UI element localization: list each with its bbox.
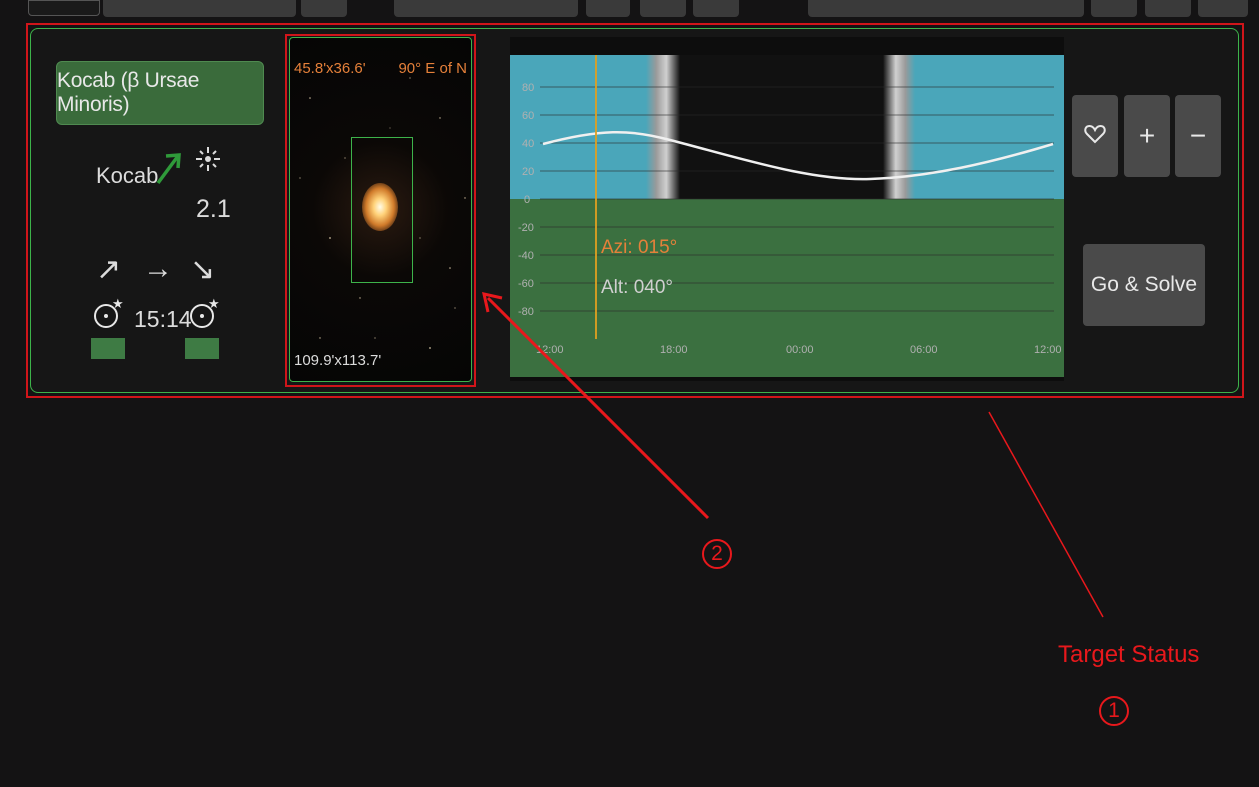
y-tick-label: -60 — [518, 278, 534, 290]
twilight-region — [646, 55, 680, 199]
altitude-chart[interactable]: 80 60 40 20 0 -20 -40 -60 -80 12:00 18:0… — [510, 37, 1064, 381]
y-tick-label: 60 — [522, 110, 534, 122]
toolbar-item[interactable] — [1145, 0, 1191, 17]
toolbar-item[interactable] — [693, 0, 739, 17]
heart-icon — [1084, 124, 1106, 149]
annotation-marker-1: 1 — [1099, 696, 1129, 726]
y-tick-label: -20 — [518, 222, 534, 234]
sensor-fov-box — [351, 137, 413, 283]
toolbar-item[interactable] — [301, 0, 347, 17]
image-fov-label: 109.9'x113.7' — [294, 352, 382, 369]
camera-fov-label: 45.8'x36.6' — [294, 60, 366, 77]
transit-direction-arrow: → — [143, 252, 173, 285]
rise-status-bar — [91, 338, 125, 359]
zoom-in-button[interactable]: + — [1124, 95, 1170, 177]
transit-time: 15:14 — [134, 306, 192, 332]
x-tick-label: 12:00 — [1034, 344, 1062, 356]
target-name-button[interactable]: Kocab (β Ursae Minoris) — [56, 61, 264, 125]
set-time-icon: ★ — [188, 297, 222, 336]
set-status-bar — [185, 338, 219, 359]
altitude-chart-svg: 80 60 40 20 0 -20 -40 -60 -80 12:00 18:0… — [510, 55, 1064, 377]
y-tick-label: 0 — [524, 194, 530, 206]
svg-text:★: ★ — [208, 297, 220, 312]
daylight-region — [915, 55, 1064, 199]
toolbar-item[interactable] — [28, 0, 100, 16]
annotation-marker-2: 2 — [702, 539, 732, 569]
toolbar-item[interactable] — [808, 0, 1084, 17]
rise-direction-arrow: ↗ — [96, 253, 122, 286]
y-tick-label: 80 — [522, 82, 534, 94]
zoom-out-button[interactable]: − — [1175, 95, 1221, 177]
trend-up-arrow-icon — [154, 150, 184, 191]
y-tick-label: -40 — [518, 250, 534, 262]
toolbar-item[interactable] — [1091, 0, 1137, 17]
x-tick-label: 06:00 — [910, 344, 938, 356]
toolbar-item[interactable] — [640, 0, 686, 17]
brightness-icon — [196, 146, 220, 179]
y-tick-label: 40 — [522, 138, 534, 150]
y-tick-label: 20 — [522, 166, 534, 178]
target-thumbnail-image[interactable]: 45.8'x36.6' 90° E of N 109.9'x113.7' — [289, 37, 472, 382]
set-direction-arrow: ↘ — [190, 253, 216, 286]
svg-text:★: ★ — [112, 297, 124, 312]
altitude-readout: Alt: 040° — [601, 277, 673, 298]
y-tick-label: -80 — [518, 306, 534, 318]
favorite-button[interactable] — [1072, 95, 1118, 177]
toolbar-item[interactable] — [103, 0, 296, 17]
azimuth-readout: Azi: 015° — [601, 237, 677, 258]
x-tick-label: 12:00 — [536, 344, 564, 356]
top-toolbar — [0, 0, 1259, 20]
x-tick-label: 00:00 — [786, 344, 814, 356]
toolbar-item[interactable] — [586, 0, 630, 17]
rotation-label: 90° E of N — [398, 60, 467, 77]
magnitude-value: 2.1 — [196, 195, 231, 223]
toolbar-item[interactable] — [394, 0, 578, 17]
target-status-label: Target Status — [1058, 641, 1200, 668]
rise-time-icon: ★ — [92, 297, 126, 336]
x-tick-label: 18:00 — [660, 344, 688, 356]
target-short-name: Kocab — [96, 163, 159, 188]
toolbar-item[interactable] — [1198, 0, 1248, 17]
go-and-solve-button[interactable]: Go & Solve — [1083, 244, 1205, 326]
